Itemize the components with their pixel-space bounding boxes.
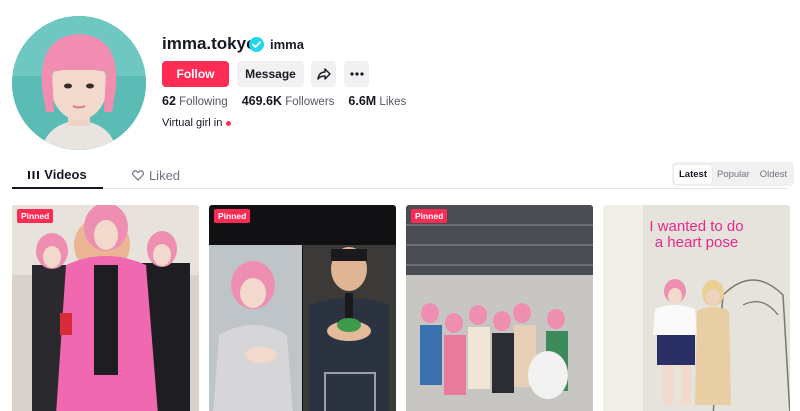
profile-avatar[interactable] bbox=[12, 16, 146, 150]
tab-videos[interactable]: Videos bbox=[12, 162, 103, 189]
followers-label: Followers bbox=[285, 96, 335, 108]
video-overlay-caption: I wanted to do a heart pose bbox=[603, 219, 790, 251]
video-card[interactable]: I wanted to do a heart pose bbox=[603, 205, 790, 411]
tab-liked-label: Liked bbox=[148, 168, 181, 183]
profile-username: imma.tokyo bbox=[162, 34, 257, 53]
tab-videos-label: Videos bbox=[44, 167, 87, 182]
video-card[interactable]: Pinned bbox=[406, 205, 593, 411]
followers-stat[interactable]: 469.6K Followers bbox=[242, 94, 335, 108]
profile-stats: 62 Following 469.6K Followers 6.6M Likes bbox=[162, 94, 406, 108]
pinned-badge: Pinned bbox=[17, 209, 54, 223]
video-thumbnail bbox=[12, 205, 199, 411]
message-button[interactable]: Message bbox=[237, 61, 304, 87]
likes-label: Likes bbox=[379, 96, 407, 108]
likes-count: 6.6M bbox=[348, 94, 377, 108]
video-card[interactable]: Pinned bbox=[209, 205, 396, 411]
bio-text: Virtual girl in bbox=[162, 117, 223, 129]
overlay-caption-line2: a heart pose bbox=[654, 234, 739, 251]
grid-icon bbox=[28, 170, 40, 179]
overlay-caption-line1: I wanted to do bbox=[649, 218, 744, 235]
share-button[interactable] bbox=[311, 61, 336, 87]
video-thumbnail bbox=[209, 205, 396, 411]
following-label: Following bbox=[179, 96, 228, 108]
sort-control: Latest Popular Oldest bbox=[672, 162, 795, 186]
red-dot-emoji-icon bbox=[226, 120, 232, 126]
more-dots-icon bbox=[349, 72, 364, 76]
heart-lock-icon bbox=[131, 170, 144, 181]
followers-count: 469.6K bbox=[241, 94, 282, 108]
following-stat[interactable]: 62 Following bbox=[162, 94, 228, 108]
profile-nickname: imma bbox=[270, 37, 304, 52]
pinned-badge: Pinned bbox=[214, 209, 251, 223]
avatar-photo bbox=[12, 16, 146, 150]
sort-latest[interactable]: Latest bbox=[674, 164, 712, 184]
video-card[interactable]: Pinned bbox=[12, 205, 199, 411]
share-arrow-icon bbox=[316, 68, 331, 80]
sort-oldest[interactable]: Oldest bbox=[755, 165, 792, 184]
profile-bio: Virtual girl in bbox=[162, 117, 232, 129]
likes-stat: 6.6M Likes bbox=[348, 94, 406, 108]
tab-liked[interactable]: Liked bbox=[122, 162, 190, 189]
verified-badge-icon bbox=[249, 37, 264, 52]
follow-button[interactable]: Follow bbox=[162, 61, 229, 87]
more-options-button[interactable] bbox=[344, 61, 369, 87]
pinned-badge: Pinned bbox=[411, 209, 448, 223]
following-count: 62 bbox=[162, 94, 176, 108]
sort-popular[interactable]: Popular bbox=[712, 165, 755, 184]
video-thumbnail bbox=[406, 205, 593, 411]
